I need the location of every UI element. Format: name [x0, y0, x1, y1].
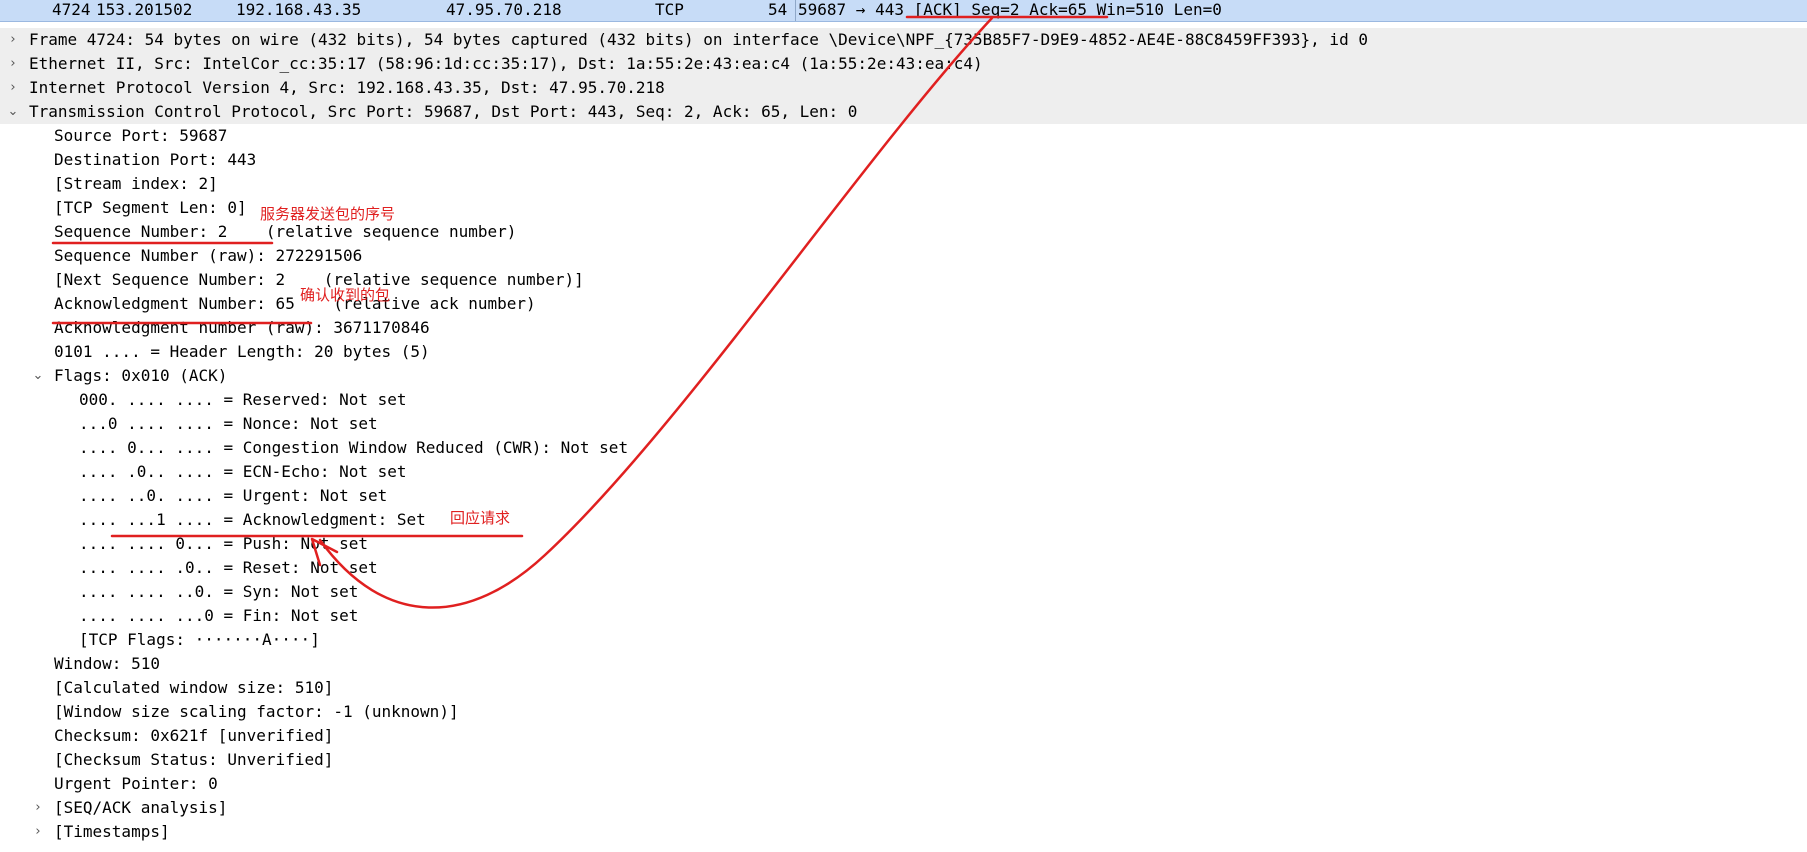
- tree-row-calc-window[interactable]: [Calculated window size: 510]: [0, 676, 1807, 700]
- tree-row-seq-raw[interactable]: Sequence Number (raw): 272291506: [0, 244, 1807, 268]
- tree-row-text: [Window size scaling factor: -1 (unknown…: [54, 702, 459, 721]
- tree-row-hdr-len[interactable]: 0101 .... = Header Length: 20 bytes (5): [0, 340, 1807, 364]
- tree-row-seqack-analysis[interactable]: › [SEQ/ACK analysis]: [0, 796, 1807, 820]
- collapse-chevron-icon[interactable]: ›: [7, 28, 19, 52]
- tree-row-text: ...0 .... .... = Nonce: Not set: [79, 414, 378, 433]
- tree-row-text: .... ...1 .... = Acknowledgment: Set: [79, 510, 426, 529]
- packet-time: 153.201502: [96, 0, 193, 19]
- tree-row-checksum[interactable]: Checksum: 0x621f [unverified]: [0, 724, 1807, 748]
- packet-protocol: TCP: [655, 0, 684, 19]
- tree-row-text: Sequence Number (raw): 272291506: [54, 246, 363, 265]
- tree-row-tcp[interactable]: ⌄ Transmission Control Protocol, Src Port…: [0, 100, 1807, 124]
- tree-row-stream-index[interactable]: [Stream index: 2]: [0, 172, 1807, 196]
- collapse-chevron-icon[interactable]: ›: [32, 820, 44, 844]
- tree-row-text: [SEQ/ACK analysis]: [54, 798, 228, 817]
- tree-row-next-seq[interactable]: [Next Sequence Number: 2 (relative seque…: [0, 268, 1807, 292]
- tree-row-text: Ethernet II, Src: IntelCor_cc:35:17 (58:…: [29, 54, 983, 73]
- tree-row-text: Destination Port: 443: [54, 150, 257, 169]
- collapse-chevron-icon[interactable]: ›: [7, 52, 19, 76]
- tree-row-text: Transmission Control Protocol, Src Port:…: [29, 102, 858, 121]
- packet-length: 54: [768, 0, 788, 19]
- tree-row-urgent-ptr[interactable]: Urgent Pointer: 0: [0, 772, 1807, 796]
- tree-row-flag-reserved[interactable]: 000. .... .... = Reserved: Not set: [0, 388, 1807, 412]
- tree-row-src-port[interactable]: Source Port: 59687: [0, 124, 1807, 148]
- tree-row-text: [TCP Segment Len: 0]: [54, 198, 247, 217]
- tree-row-text: [Checksum Status: Unverified]: [54, 750, 334, 769]
- tree-row-flag-fin[interactable]: .... .... ...0 = Fin: Not set: [0, 604, 1807, 628]
- tree-row-text: .... .... ..0. = Syn: Not set: [79, 582, 359, 601]
- tree-row-text: .... 0... .... = Congestion Window Reduc…: [79, 438, 629, 457]
- tree-row-text: [Calculated window size: 510]: [54, 678, 334, 697]
- packet-info: 59687 → 443 [ACK] Seq=2 Ack=65 Win=510 L…: [798, 0, 1222, 19]
- tree-row-text: 0101 .... = Header Length: 20 bytes (5): [54, 342, 430, 361]
- tree-row-text: Urgent Pointer: 0: [54, 774, 218, 793]
- tree-row-text: [Timestamps]: [54, 822, 170, 841]
- tree-row-text: Window: 510: [54, 654, 160, 673]
- tree-row-ack-raw[interactable]: Acknowledgment number (raw): 3671170846: [0, 316, 1807, 340]
- expand-chevron-icon[interactable]: ⌄: [32, 364, 44, 388]
- tree-row-text: 000. .... .... = Reserved: Not set: [79, 390, 407, 409]
- tree-row-flag-syn[interactable]: .... .... ..0. = Syn: Not set: [0, 580, 1807, 604]
- tree-row-checksum-status[interactable]: [Checksum Status: Unverified]: [0, 748, 1807, 772]
- tree-row-text: Checksum: 0x621f [unverified]: [54, 726, 334, 745]
- tree-row-ipv4[interactable]: › Internet Protocol Version 4, Src: 192.1…: [0, 76, 1807, 100]
- tree-row-text: Frame 4724: 54 bytes on wire (432 bits),…: [29, 30, 1368, 49]
- tree-row-dst-port[interactable]: Destination Port: 443: [0, 148, 1807, 172]
- seq-annotation: 服务器发送包的序号: [260, 205, 396, 223]
- tree-row-window[interactable]: Window: 510: [0, 652, 1807, 676]
- tree-row-timestamps[interactable]: › [Timestamps]: [0, 820, 1807, 844]
- tree-row-text: .... .... 0... = Push: Not set: [79, 534, 368, 553]
- collapse-chevron-icon[interactable]: ›: [7, 76, 19, 100]
- tree-row-flag-cwr[interactable]: .... 0... .... = Congestion Window Reduc…: [0, 436, 1807, 460]
- tree-row-flag-push[interactable]: .... .... 0... = Push: Not set: [0, 532, 1807, 556]
- tree-row-flag-urg[interactable]: .... ..0. .... = Urgent: Not set: [0, 484, 1807, 508]
- tree-row-text: Flags: 0x010 (ACK): [54, 366, 228, 385]
- tree-row-ack-num[interactable]: Acknowledgment Number: 65 (relative ack …: [0, 292, 1807, 316]
- tree-row-text: .... .... .0.. = Reset: Not set: [79, 558, 378, 577]
- tree-row-flags[interactable]: ⌄ Flags: 0x010 (ACK): [0, 364, 1807, 388]
- ack-flag-annotation: 回应请求: [450, 509, 511, 527]
- column-divider: [795, 0, 796, 21]
- packet-destination: 47.95.70.218: [446, 0, 562, 19]
- tree-row-text: Internet Protocol Version 4, Src: 192.16…: [29, 78, 665, 97]
- tree-row-text: [Stream index: 2]: [54, 174, 218, 193]
- tree-row-text: .... ..0. .... = Urgent: Not set: [79, 486, 388, 505]
- tree-row-flag-nonce[interactable]: ...0 .... .... = Nonce: Not set: [0, 412, 1807, 436]
- packet-source: 192.168.43.35: [236, 0, 362, 19]
- expand-chevron-icon[interactable]: ⌄: [7, 100, 19, 124]
- tree-row-text: .... .... ...0 = Fin: Not set: [79, 606, 359, 625]
- tree-row-text: Acknowledgment Number: 65 (relative ack …: [54, 294, 536, 313]
- tree-row-ethernet[interactable]: › Ethernet II, Src: IntelCor_cc:35:17 (58…: [0, 52, 1807, 76]
- tree-row-text: .... .0.. .... = ECN-Echo: Not set: [79, 462, 407, 481]
- tree-row-tcp-flags[interactable]: [TCP Flags: ·······A····]: [0, 628, 1807, 652]
- collapse-chevron-icon[interactable]: ›: [32, 796, 44, 820]
- tree-row-flag-reset[interactable]: .... .... .0.. = Reset: Not set: [0, 556, 1807, 580]
- tree-row-text: [TCP Flags: ·······A····]: [79, 630, 320, 649]
- tree-row-frame[interactable]: › Frame 4724: 54 bytes on wire (432 bits)…: [0, 28, 1807, 52]
- tree-row-text: Source Port: 59687: [54, 126, 228, 145]
- ack-annotation: 确认收到的包: [300, 286, 391, 304]
- tree-row-flag-ecn[interactable]: .... .0.. .... = ECN-Echo: Not set: [0, 460, 1807, 484]
- tree-row-text: Acknowledgment number (raw): 3671170846: [54, 318, 430, 337]
- packet-list-row-selected[interactable]: 4724 153.201502 192.168.43.35 47.95.70.2…: [0, 0, 1807, 22]
- tree-row-win-scale[interactable]: [Window size scaling factor: -1 (unknown…: [0, 700, 1807, 724]
- packet-no: 4724: [52, 0, 91, 19]
- tree-row-flag-ack[interactable]: .... ...1 .... = Acknowledgment: Set: [0, 508, 1807, 532]
